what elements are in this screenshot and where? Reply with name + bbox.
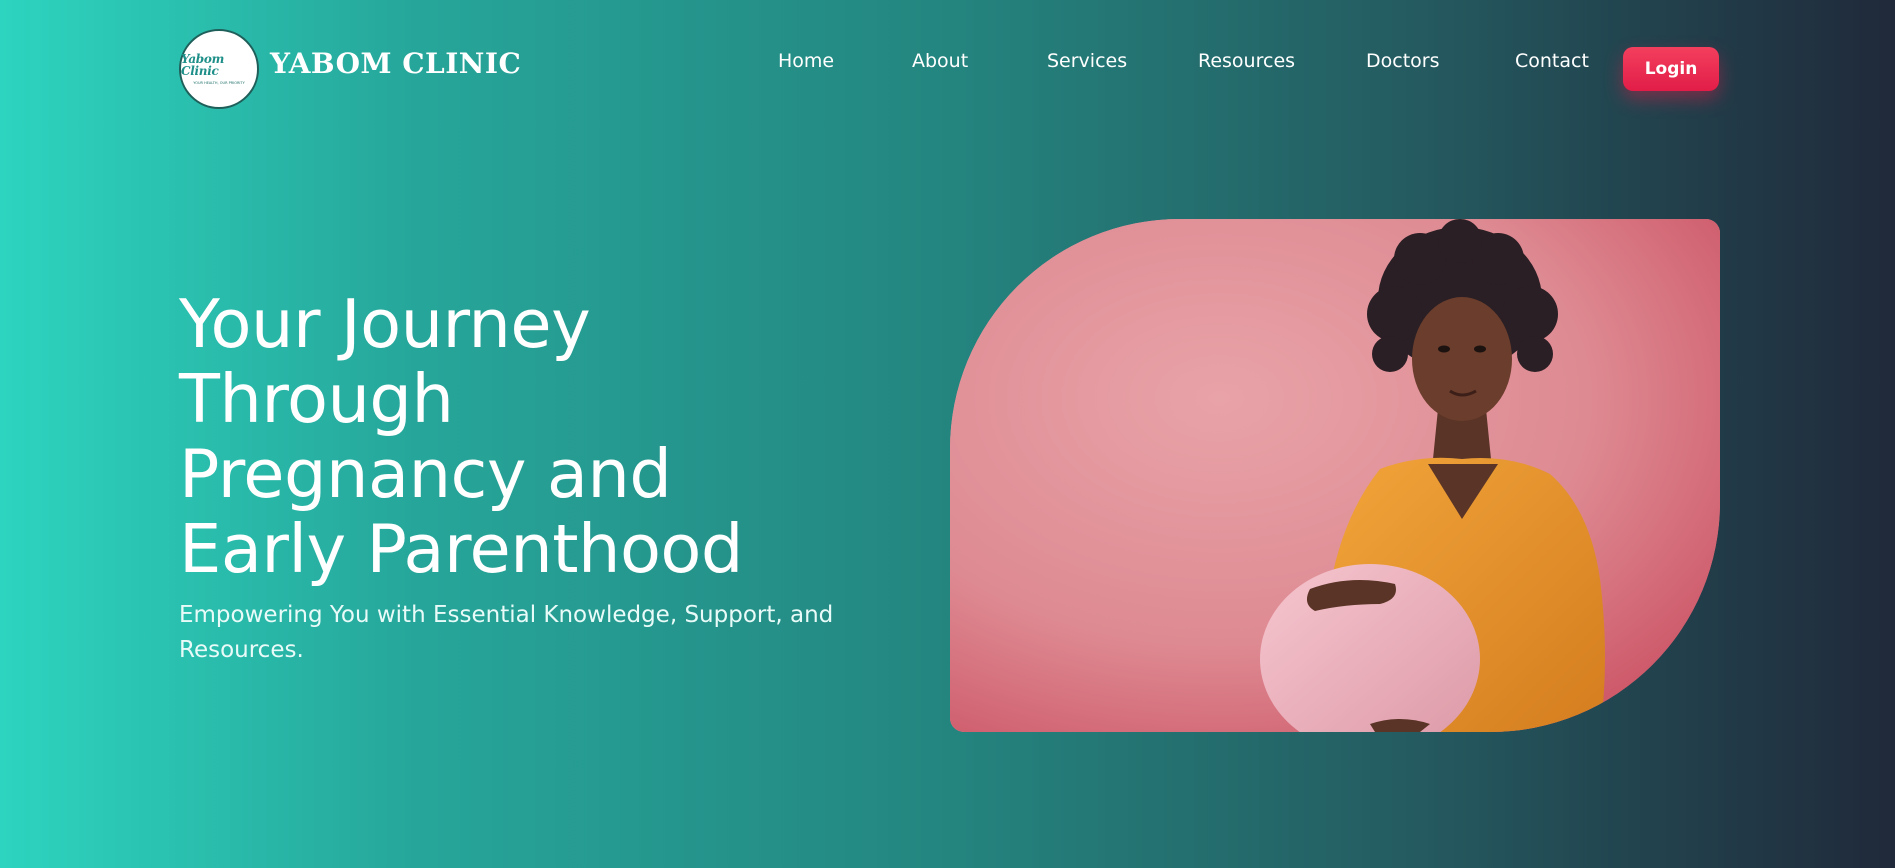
hero-title-line: Through bbox=[179, 360, 454, 438]
hero-subtitle: Empowering You with Essential Knowledge,… bbox=[179, 602, 834, 663]
logo-tagline: YOUR HEALTH, OUR PRIORITY bbox=[193, 81, 245, 85]
nav-link-home[interactable]: Home bbox=[778, 50, 834, 72]
brand-name[interactable]: YABOM CLINIC bbox=[270, 47, 521, 80]
pregnant-woman-illustration bbox=[950, 219, 1720, 732]
hero-image-pregnant-woman bbox=[950, 219, 1720, 732]
hero-title: Your Journey Through Pregnancy and Early… bbox=[179, 287, 819, 587]
login-button[interactable]: Login bbox=[1623, 47, 1719, 91]
hero-title-line: Your Journey bbox=[179, 285, 591, 363]
hero-title-line: Early Parenthood bbox=[179, 510, 743, 588]
site-header: Yabom Clinic YOUR HEALTH, OUR PRIORITY Y… bbox=[0, 0, 1895, 140]
nav-link-services[interactable]: Services bbox=[1047, 50, 1127, 72]
nav-link-contact[interactable]: Contact bbox=[1515, 50, 1589, 72]
nav-link-about[interactable]: About bbox=[912, 50, 968, 72]
logo-script-text: Yabom Clinic bbox=[181, 52, 225, 78]
nav-link-doctors[interactable]: Doctors bbox=[1366, 50, 1440, 72]
clinic-logo[interactable]: Yabom Clinic YOUR HEALTH, OUR PRIORITY bbox=[179, 29, 259, 109]
hero-title-line: Pregnancy and bbox=[179, 435, 672, 513]
nav-link-resources[interactable]: Resources bbox=[1198, 50, 1295, 72]
